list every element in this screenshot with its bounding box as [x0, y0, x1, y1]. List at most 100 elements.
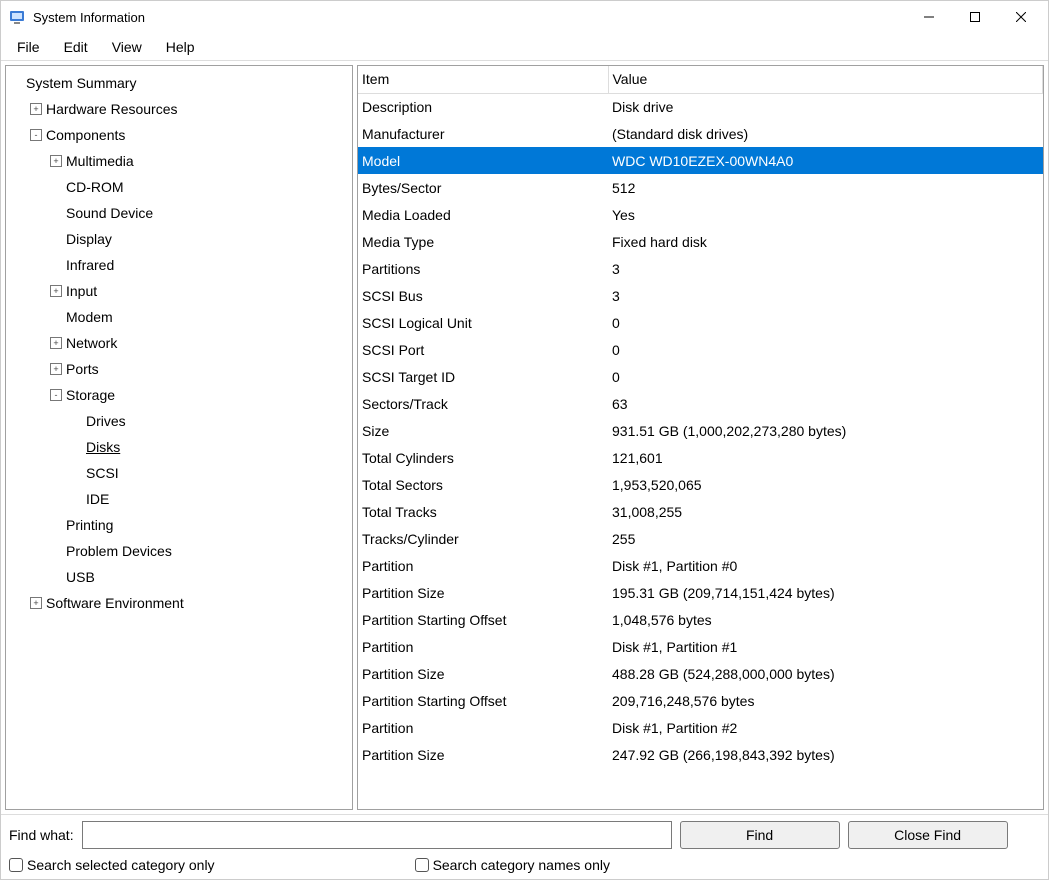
tree-item[interactable]: USB — [6, 564, 352, 590]
expand-icon[interactable]: + — [50, 363, 62, 375]
table-row[interactable]: Bytes/Sector512 — [358, 174, 1043, 201]
tree-item-label: Printing — [66, 517, 113, 533]
tree-item[interactable]: Display — [6, 226, 352, 252]
tree-item[interactable]: Infrared — [6, 252, 352, 278]
table-row[interactable]: Media TypeFixed hard disk — [358, 228, 1043, 255]
tree-item[interactable]: -Components — [6, 122, 352, 148]
cell-item: Media Loaded — [358, 201, 608, 228]
tree-spacer — [50, 571, 62, 583]
table-row[interactable]: SCSI Bus3 — [358, 282, 1043, 309]
col-value[interactable]: Value — [608, 66, 1043, 93]
find-input[interactable] — [82, 821, 672, 849]
expand-icon[interactable]: + — [50, 337, 62, 349]
close-find-button[interactable]: Close Find — [848, 821, 1008, 849]
table-row[interactable]: Partition Size488.28 GB (524,288,000,000… — [358, 660, 1043, 687]
tree-item[interactable]: SCSI — [6, 460, 352, 486]
expand-icon[interactable]: + — [30, 597, 42, 609]
table-row[interactable]: Partition Size195.31 GB (209,714,151,424… — [358, 579, 1043, 606]
cell-value: 488.28 GB (524,288,000,000 bytes) — [608, 660, 1043, 687]
expand-icon[interactable]: + — [50, 155, 62, 167]
table-row[interactable]: Partitions3 — [358, 255, 1043, 282]
tree-item[interactable]: -Storage — [6, 382, 352, 408]
table-row[interactable]: Media LoadedYes — [358, 201, 1043, 228]
table-row[interactable]: SCSI Port0 — [358, 336, 1043, 363]
tree-item[interactable]: Disks — [6, 434, 352, 460]
find-button[interactable]: Find — [680, 821, 840, 849]
tree-item[interactable]: Printing — [6, 512, 352, 538]
tree-item[interactable]: + Hardware Resources — [6, 96, 352, 122]
table-row[interactable]: DescriptionDisk drive — [358, 93, 1043, 120]
tree-item[interactable]: Modem — [6, 304, 352, 330]
table-row[interactable]: PartitionDisk #1, Partition #2 — [358, 714, 1043, 741]
menu-file[interactable]: File — [5, 35, 52, 59]
table-row[interactable]: SCSI Target ID0 — [358, 363, 1043, 390]
tree-item[interactable]: CD-ROM — [6, 174, 352, 200]
expand-icon[interactable]: + — [30, 103, 42, 115]
table-row[interactable]: ModelWDC WD10EZEX-00WN4A0 — [358, 147, 1043, 174]
tree-item-label: IDE — [86, 491, 109, 507]
tree-item-label: Network — [66, 335, 117, 351]
table-row[interactable]: Manufacturer(Standard disk drives) — [358, 120, 1043, 147]
tree-item[interactable]: +Input — [6, 278, 352, 304]
tree-item[interactable]: +Multimedia — [6, 148, 352, 174]
window-title: System Information — [33, 10, 906, 25]
cell-value: 209,716,248,576 bytes — [608, 687, 1043, 714]
findbar: Find what: Find Close Find Search select… — [1, 814, 1048, 879]
cell-item: Sectors/Track — [358, 390, 608, 417]
tree-view[interactable]: System Summary + Hardware Resources -Compon… — [5, 65, 353, 810]
tree-item-label: Sound Device — [66, 205, 153, 221]
tree-spacer — [10, 77, 22, 89]
search-category-checkbox[interactable]: Search category names only — [415, 857, 610, 873]
cell-value: 931.51 GB (1,000,202,273,280 bytes) — [608, 417, 1043, 444]
cell-item: Manufacturer — [358, 120, 608, 147]
checkbox-icon — [415, 858, 429, 872]
expand-icon[interactable]: + — [50, 285, 62, 297]
tree-item[interactable]: IDE — [6, 486, 352, 512]
tree-item-label: Hardware Resources — [46, 101, 178, 117]
table-row[interactable]: Size931.51 GB (1,000,202,273,280 bytes) — [358, 417, 1043, 444]
menu-view[interactable]: View — [100, 35, 154, 59]
collapse-icon[interactable]: - — [50, 389, 62, 401]
details-pane[interactable]: Item Value DescriptionDisk driveManufact… — [357, 65, 1044, 810]
table-row[interactable]: SCSI Logical Unit0 — [358, 309, 1043, 336]
table-row[interactable]: PartitionDisk #1, Partition #1 — [358, 633, 1043, 660]
tree-spacer — [70, 441, 82, 453]
tree-item-label: Storage — [66, 387, 115, 403]
cell-item: Bytes/Sector — [358, 174, 608, 201]
table-row[interactable]: PartitionDisk #1, Partition #0 — [358, 552, 1043, 579]
minimize-button[interactable] — [906, 1, 952, 33]
menu-help[interactable]: Help — [154, 35, 207, 59]
table-row[interactable]: Sectors/Track63 — [358, 390, 1043, 417]
tree-item[interactable]: Drives — [6, 408, 352, 434]
table-row[interactable]: Tracks/Cylinder255 — [358, 525, 1043, 552]
cell-item: Partitions — [358, 255, 608, 282]
table-row[interactable]: Total Tracks31,008,255 — [358, 498, 1043, 525]
tree-item[interactable]: + Software Environment — [6, 590, 352, 616]
search-selected-checkbox[interactable]: Search selected category only — [9, 857, 215, 873]
cell-item: SCSI Target ID — [358, 363, 608, 390]
tree-spacer — [50, 233, 62, 245]
cell-item: Partition — [358, 714, 608, 741]
tree-item[interactable]: +Ports — [6, 356, 352, 382]
table-row[interactable]: Partition Starting Offset1,048,576 bytes — [358, 606, 1043, 633]
tree-item-label: Software Environment — [46, 595, 184, 611]
cell-item: Partition — [358, 552, 608, 579]
cell-value: 0 — [608, 363, 1043, 390]
tree-spacer — [50, 181, 62, 193]
tree-item[interactable]: + Network — [6, 330, 352, 356]
table-row[interactable]: Total Sectors1,953,520,065 — [358, 471, 1043, 498]
col-item[interactable]: Item — [358, 66, 608, 93]
tree-item[interactable]: Problem Devices — [6, 538, 352, 564]
tree-item[interactable]: System Summary — [6, 70, 352, 96]
table-row[interactable]: Partition Starting Offset209,716,248,576… — [358, 687, 1043, 714]
close-button[interactable] — [998, 1, 1044, 33]
table-row[interactable]: Partition Size247.92 GB (266,198,843,392… — [358, 741, 1043, 768]
cell-item: Model — [358, 147, 608, 174]
tree-spacer — [50, 545, 62, 557]
maximize-button[interactable] — [952, 1, 998, 33]
collapse-icon[interactable]: - — [30, 129, 42, 141]
tree-item[interactable]: Sound Device — [6, 200, 352, 226]
tree-spacer — [50, 259, 62, 271]
table-row[interactable]: Total Cylinders121,601 — [358, 444, 1043, 471]
menu-edit[interactable]: Edit — [52, 35, 100, 59]
